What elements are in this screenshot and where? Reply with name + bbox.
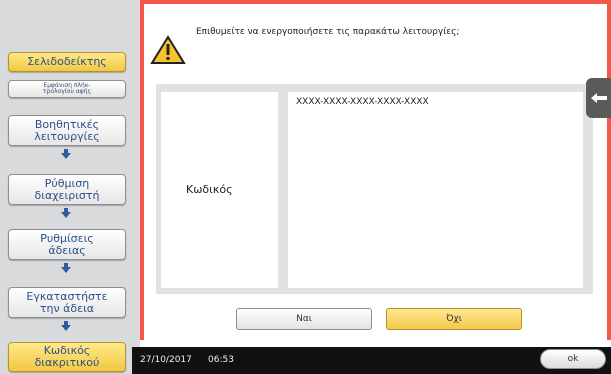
code-value-cell — [288, 92, 583, 288]
dialog-prompt: Επιθυμείτε να ενεργοποιήσετε τις παρακάτ… — [196, 27, 460, 37]
left-arrow-icon — [590, 93, 607, 103]
code-label: Κωδικός — [186, 183, 233, 196]
no-label: Όχι — [446, 314, 462, 324]
bookmark-label: Σελιδοδείκτης — [27, 55, 107, 68]
code-value: XXXX-XXXX-XXXX-XXXX-XXXX — [296, 97, 429, 107]
down-arrow-icon — [61, 149, 71, 159]
yes-button[interactable]: Ναι — [236, 308, 372, 330]
display-touch-keyboard-label: Εμφάνιση πλήκ- τρολογίου αφής — [42, 82, 92, 95]
left-navigation: Σελιδοδείκτης Εμφάνιση πλήκ- τρολογίου α… — [0, 0, 140, 374]
date: 27/10/2017 — [140, 355, 192, 365]
license-settings-button[interactable]: Ρυθμίσεις άδειας — [8, 229, 126, 260]
install-license-button[interactable]: Εγκαταστήστε την άδεια — [8, 287, 126, 318]
yes-label: Ναι — [296, 314, 312, 324]
time: 06:53 — [208, 355, 234, 365]
down-arrow-icon — [61, 263, 71, 273]
privilege-code-label: Κωδικός διακριτικού — [34, 344, 100, 369]
side-panel-toggle[interactable] — [586, 78, 611, 118]
utilities-button[interactable]: Βοηθητικές λειτουργίες — [8, 115, 126, 146]
privilege-code-button[interactable]: Κωδικός διακριτικού — [8, 342, 126, 372]
install-license-label: Εγκαταστήστε την άδεια — [26, 289, 108, 315]
ok-button[interactable]: ok — [540, 349, 606, 369]
ok-label: ok — [567, 354, 579, 364]
license-settings-label: Ρυθμίσεις άδειας — [40, 231, 94, 257]
no-button[interactable]: Όχι — [386, 308, 522, 330]
warning-icon — [150, 35, 186, 64]
down-arrow-icon — [61, 208, 71, 218]
utilities-label: Βοηθητικές λειτουργίες — [34, 117, 100, 143]
down-arrow-icon — [61, 321, 71, 331]
admin-settings-label: Ρύθμιση διαχειριστή — [34, 176, 100, 202]
bookmark-button[interactable]: Σελιδοδείκτης — [8, 52, 126, 72]
display-touch-keyboard-button[interactable]: Εμφάνιση πλήκ- τρολογίου αφής — [8, 80, 126, 98]
admin-settings-button[interactable]: Ρύθμιση διαχειριστή — [8, 174, 126, 205]
